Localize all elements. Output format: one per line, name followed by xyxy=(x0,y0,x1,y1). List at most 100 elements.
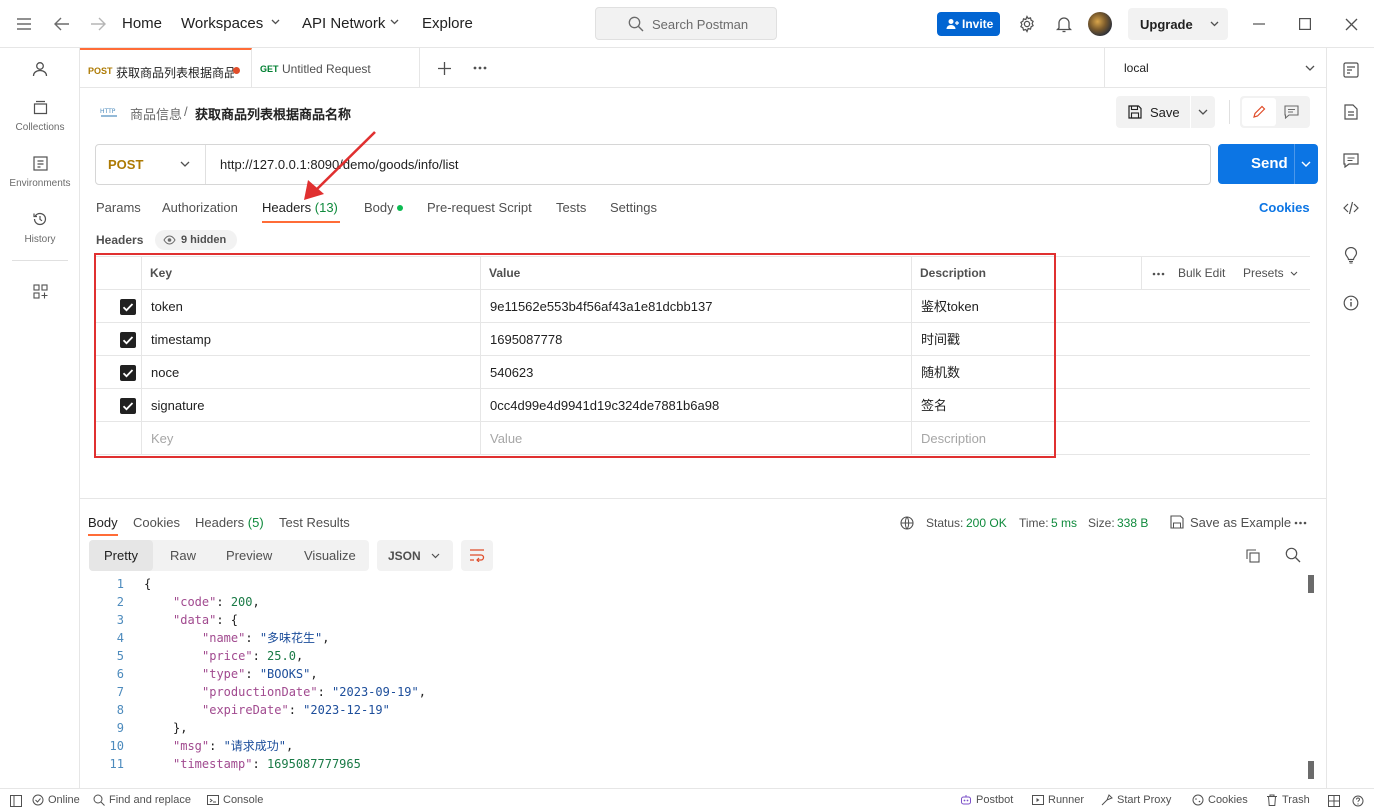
save-icon xyxy=(1170,515,1184,529)
response-tab-cookies[interactable]: Cookies xyxy=(133,515,180,530)
runner-icon xyxy=(1032,795,1044,805)
method-selector[interactable]: POST xyxy=(96,145,206,184)
forward-arrow-icon[interactable] xyxy=(88,14,108,34)
environment-selector[interactable]: local xyxy=(1104,48,1326,88)
response-tab-test-results[interactable]: Test Results xyxy=(279,515,350,530)
comment-mode-icon[interactable] xyxy=(1284,105,1299,119)
lightbulb-icon[interactable] xyxy=(1341,245,1361,265)
console-button[interactable]: Console xyxy=(207,794,263,806)
help-icon[interactable] xyxy=(1352,795,1364,807)
json-punct: : xyxy=(252,649,268,663)
edit-mode-button[interactable] xyxy=(1242,98,1276,126)
copy-icon[interactable] xyxy=(1246,549,1260,563)
json-number: 1695087777965 xyxy=(266,757,361,771)
cookies-link[interactable]: Cookies xyxy=(1259,200,1310,215)
info-icon[interactable] xyxy=(1341,293,1361,313)
breadcrumb-request[interactable]: 获取商品列表根据商品名称 xyxy=(195,104,351,123)
comments-icon[interactable] xyxy=(1341,150,1361,170)
sidebar-item-environments[interactable]: Environments xyxy=(0,146,80,194)
tab-authorization[interactable]: Authorization xyxy=(162,200,238,215)
nav-home[interactable]: Home xyxy=(122,15,162,32)
sidebar-item-collections[interactable]: Collections xyxy=(0,90,80,138)
wrap-lines-button[interactable] xyxy=(461,540,493,571)
tab-get-request[interactable]: GET Untitled Request xyxy=(252,48,420,88)
scrollbar-thumb[interactable] xyxy=(1308,761,1314,779)
code-icon[interactable] xyxy=(1341,198,1361,218)
sidebar-toggle-icon[interactable] xyxy=(10,795,22,807)
proxy-icon xyxy=(1101,794,1113,806)
tab-post-request[interactable]: POST 获取商品列表根据商品 xyxy=(80,48,252,88)
tab-title: 获取商品列表根据商品 xyxy=(116,66,234,80)
maximize-icon[interactable] xyxy=(1296,15,1314,33)
user-icon[interactable] xyxy=(30,59,50,79)
tab-settings[interactable]: Settings xyxy=(610,200,657,215)
menu-icon[interactable] xyxy=(14,15,34,33)
url-bar: POST http://127.0.0.1:8090/demo/goods/in… xyxy=(95,144,1211,185)
globe-icon[interactable] xyxy=(900,516,914,530)
find-replace-button[interactable]: Find and replace xyxy=(93,794,191,806)
more-options-icon[interactable] xyxy=(1294,521,1307,525)
tab-tests[interactable]: Tests xyxy=(556,200,586,215)
view-mode-pretty[interactable]: Pretty xyxy=(89,540,153,571)
json-string: "多味花生" xyxy=(259,631,323,645)
sidebar-item-history[interactable]: History xyxy=(0,202,80,250)
nav-explore[interactable]: Explore xyxy=(422,15,473,32)
response-tab-body[interactable]: Body xyxy=(88,515,118,530)
new-tab-plus-icon[interactable] xyxy=(435,59,453,77)
hidden-headers-toggle[interactable]: 9 hidden xyxy=(155,230,237,250)
json-punct: , xyxy=(252,595,260,609)
more-tabs-icon[interactable] xyxy=(470,59,490,77)
breadcrumb-collection[interactable]: 商品信息 xyxy=(130,104,182,123)
search-icon xyxy=(93,794,105,806)
view-mode-visualize[interactable]: Visualize xyxy=(304,548,356,563)
code-line: "price": 25.0, xyxy=(202,647,303,665)
code-line: "productionDate": "2023-09-19", xyxy=(202,683,426,701)
chevron-down-icon xyxy=(390,19,399,25)
grid-plus-icon[interactable] xyxy=(31,282,49,300)
more-options-icon[interactable] xyxy=(1152,272,1165,276)
highlight-box xyxy=(94,253,1056,458)
response-panel: Body Cookies Headers (5) Test Results St… xyxy=(80,498,1326,788)
view-mode-preview[interactable]: Preview xyxy=(226,548,272,563)
back-arrow-icon[interactable] xyxy=(52,14,72,34)
send-button[interactable]: Send xyxy=(1218,144,1318,184)
chevron-down-icon[interactable] xyxy=(1301,161,1311,167)
request-tabs-bar: POST 获取商品列表根据商品 GET Untitled Request loc… xyxy=(80,48,1326,88)
close-icon[interactable] xyxy=(1342,15,1360,33)
search-input[interactable]: Search Postman xyxy=(595,7,777,40)
minimize-icon[interactable] xyxy=(1250,15,1268,33)
chevron-down-icon xyxy=(180,161,190,167)
response-body-viewer[interactable]: 1 2 3 4 5 6 7 8 9 10 11 {"code": 200, "data": {"nam… xyxy=(80,575,1326,787)
postbot-button[interactable]: Postbot xyxy=(960,794,1013,806)
tab-prerequest-script[interactable]: Pre-request Script xyxy=(427,200,532,215)
search-icon[interactable] xyxy=(1285,547,1301,563)
environment-quicklook-icon[interactable] xyxy=(1341,60,1361,80)
presets-dropdown[interactable]: Presets xyxy=(1243,257,1284,290)
cookies-button[interactable]: Cookies xyxy=(1192,794,1248,806)
view-mode-raw[interactable]: Raw xyxy=(170,548,196,563)
format-selector[interactable]: JSON xyxy=(377,540,453,571)
gear-icon[interactable] xyxy=(1017,14,1037,34)
online-status[interactable]: Online xyxy=(32,794,80,806)
save-as-example-button[interactable]: Save as Example xyxy=(1190,515,1291,530)
nav-workspaces[interactable]: Workspaces xyxy=(181,15,263,32)
scrollbar-thumb[interactable] xyxy=(1308,575,1314,593)
bell-icon[interactable] xyxy=(1054,14,1074,34)
left-sidebar: Collections Environments History xyxy=(0,48,80,788)
documentation-icon[interactable] xyxy=(1341,102,1361,122)
chevron-down-icon xyxy=(1198,109,1208,115)
invite-button[interactable]: Invite xyxy=(937,12,1000,36)
layout-icon[interactable] xyxy=(1328,795,1340,807)
start-proxy-button[interactable]: Start Proxy xyxy=(1101,794,1171,806)
save-button[interactable]: Save xyxy=(1116,96,1190,128)
save-options-dropdown[interactable] xyxy=(1191,96,1215,128)
runner-button[interactable]: Runner xyxy=(1032,794,1084,806)
tab-params[interactable]: Params xyxy=(96,200,141,215)
response-tab-headers[interactable]: Headers (5) xyxy=(195,515,264,530)
upgrade-button[interactable]: Upgrade xyxy=(1128,8,1228,40)
nav-api-network[interactable]: API Network xyxy=(302,15,385,32)
bulk-edit-link[interactable]: Bulk Edit xyxy=(1178,257,1225,290)
trash-button[interactable]: Trash xyxy=(1266,794,1310,806)
avatar[interactable] xyxy=(1088,12,1112,36)
status-value: 200 OK xyxy=(966,516,1007,530)
